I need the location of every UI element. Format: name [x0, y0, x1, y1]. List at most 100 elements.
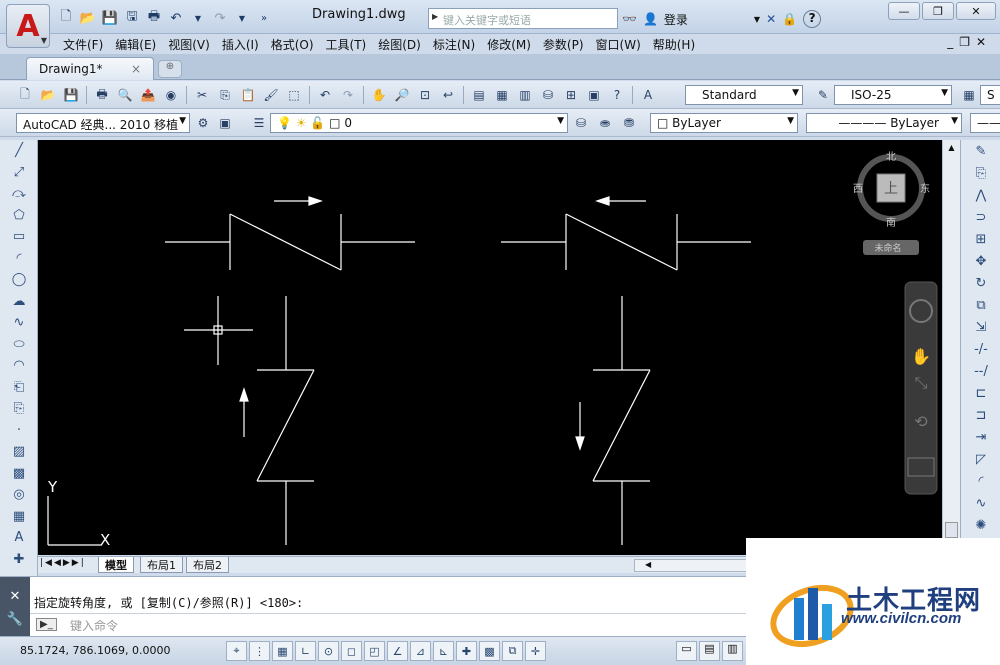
switch-symbol-left-horizontal[interactable] [165, 213, 415, 271]
gradient-icon[interactable]: ▩ [0, 463, 38, 485]
markup-icon[interactable]: ⊞ [560, 86, 582, 104]
revision-cloud-icon[interactable]: ☁ [0, 291, 38, 313]
restore-button[interactable]: ❐ [922, 2, 954, 20]
document-window-controls[interactable]: _❐✕ [947, 35, 992, 49]
undo-dropdown-icon[interactable]: ▼ [188, 9, 208, 27]
menu-tools[interactable]: 工具(T) [323, 36, 376, 53]
command-input[interactable]: ▶_ 键入命令 [30, 613, 750, 635]
table-style-select[interactable]: S [980, 85, 1000, 105]
close-button[interactable]: ✕ [956, 2, 996, 20]
join-icon[interactable]: ⇥ [961, 426, 1000, 448]
redo-icon[interactable]: ↷ [337, 86, 359, 104]
scroll-thumb[interactable] [945, 522, 958, 538]
viewcube-east[interactable]: 东 [920, 182, 930, 195]
scroll-up-icon[interactable]: ▲ [943, 143, 960, 152]
properties-icon[interactable]: ▤ [468, 86, 490, 104]
object-snap-tracking-icon[interactable]: ∠ [387, 641, 408, 661]
menu-window[interactable]: 窗口(W) [593, 36, 650, 53]
block-editor-icon[interactable]: ⬚ [283, 86, 305, 104]
dynamic-ucs-icon[interactable]: ⊿ [410, 641, 431, 661]
plot-icon[interactable]: 🖶 [91, 86, 113, 104]
transparency-icon[interactable]: ▩ [479, 641, 500, 661]
match-properties-icon[interactable]: 🖌 [260, 86, 282, 104]
zoom-realtime-icon[interactable]: 🔎 [391, 86, 413, 104]
help-button[interactable]: ? [803, 10, 822, 28]
trim-icon[interactable]: -/- [961, 338, 1000, 360]
scale-icon[interactable]: ⧉ [961, 294, 1000, 316]
layer-previous-icon[interactable]: ⛂ [594, 114, 616, 132]
save-as-icon[interactable]: 🖫 [122, 9, 142, 27]
chamfer-icon[interactable]: ◸ [961, 448, 1000, 470]
model-space-icon[interactable]: ▭ [676, 641, 697, 661]
table-style-icon[interactable]: ▦ [958, 86, 980, 104]
switch-symbol-right-vertical[interactable] [592, 296, 651, 545]
plot-preview-icon[interactable]: 🔍 [114, 86, 136, 104]
region-icon[interactable]: ◎ [0, 484, 38, 506]
tab-model[interactable]: 模型 [98, 557, 134, 573]
expand-search-icon[interactable]: ▶ [432, 12, 438, 21]
new-tab-button[interactable]: ⊕ [158, 60, 182, 78]
new-icon[interactable]: 🗋 [14, 86, 36, 104]
horizontal-scrollbar[interactable]: ◀ [634, 559, 748, 572]
workspace-select[interactable]: AutoCAD 经典... 2010 移植 ▼ [16, 113, 190, 133]
cursor-coordinates[interactable]: 85.1724, 786.1069, 0.0000 [20, 644, 170, 657]
copy-object-icon[interactable]: ⎘ [961, 162, 1000, 184]
viewcube-face[interactable]: 上 [884, 181, 898, 197]
menu-draw[interactable]: 绘图(D) [375, 36, 430, 53]
circle-icon[interactable]: ◯ [0, 269, 38, 291]
switch-symbol-right-horizontal[interactable] [501, 213, 751, 271]
move-icon[interactable]: ✥ [961, 250, 1000, 272]
3d-osnap-icon[interactable]: ◰ [364, 641, 385, 661]
polar-icon[interactable]: ⊙ [318, 641, 339, 661]
minimize-button[interactable]: — [888, 2, 920, 20]
zoom-window-icon[interactable]: ⊡ [414, 86, 436, 104]
text-style-select[interactable]: Standard ▼ [685, 85, 803, 105]
fillet-icon[interactable]: ◜ [961, 470, 1000, 492]
close-command-line-icon[interactable]: ✕ [0, 589, 30, 604]
layer-select[interactable]: 💡 ☀ 🔓 □ 0 ▼ [270, 113, 568, 133]
pan-icon[interactable]: ✋ [911, 347, 931, 366]
color-select[interactable]: □ ByLayer ▼ [650, 113, 798, 133]
infer-constraints-icon[interactable]: ⌖ [226, 641, 247, 661]
spline-icon[interactable]: ∿ [0, 312, 38, 334]
dim-style-icon[interactable]: ✎ [812, 86, 834, 104]
redo-icon[interactable]: ↷ [210, 9, 230, 27]
user-icon[interactable]: 👤 [643, 12, 658, 26]
arc-icon[interactable]: ◜ [0, 248, 38, 270]
stretch-icon[interactable]: ⇲ [961, 316, 1000, 338]
ellipse-arc-icon[interactable]: ◠ [0, 355, 38, 377]
menu-parametric[interactable]: 参数(P) [540, 36, 593, 53]
extend-icon[interactable]: --/ [961, 360, 1000, 382]
open-icon[interactable]: 📂 [78, 9, 98, 27]
binoculars-icon[interactable]: 👓 [622, 12, 637, 26]
make-current-icon[interactable]: ⛁ [570, 114, 592, 132]
ortho-icon[interactable]: ∟ [295, 641, 316, 661]
multiline-text-icon[interactable]: A [0, 527, 38, 549]
file-tab-drawing1[interactable]: Drawing1* × [26, 57, 154, 80]
mirror-icon[interactable]: ⋀ [961, 184, 1000, 206]
menu-modify[interactable]: 修改(M) [484, 36, 540, 53]
offset-icon[interactable]: ⊃ [961, 206, 1000, 228]
menu-insert[interactable]: 插入(I) [219, 36, 268, 53]
break-at-point-icon[interactable]: ⊏ [961, 382, 1000, 404]
switch-symbol-left-vertical[interactable] [256, 296, 315, 545]
expand-toolbar-icon[interactable]: » [254, 9, 274, 27]
quick-view-drawings-icon[interactable]: ▥ [722, 641, 743, 661]
point-icon[interactable]: · [0, 420, 38, 442]
layer-properties-icon[interactable]: ☰ [248, 114, 270, 132]
quick-view-layouts-icon[interactable]: ▤ [699, 641, 720, 661]
snap-mode-icon[interactable]: ⋮ [249, 641, 270, 661]
customize-wrench-icon[interactable]: 🔧 [0, 612, 30, 627]
pan-icon[interactable]: ✋ [368, 86, 390, 104]
print-icon[interactable]: 🖶 [144, 9, 164, 27]
construction-line-icon[interactable]: ⤢ [0, 162, 38, 184]
add-selected-icon[interactable]: ✚ [0, 549, 38, 571]
rotate-icon[interactable]: ↻ [961, 272, 1000, 294]
tab-layout2[interactable]: 布局2 [186, 557, 229, 573]
ucs-menu-label[interactable]: 未命名 [874, 242, 901, 254]
menu-edit[interactable]: 编辑(E) [112, 36, 165, 53]
cut-icon[interactable]: ✂ [191, 86, 213, 104]
new-icon[interactable]: 🗋 [56, 9, 76, 27]
design-center-icon[interactable]: ▦ [491, 86, 513, 104]
workspace-settings-icon[interactable]: ⚙ [192, 114, 214, 132]
